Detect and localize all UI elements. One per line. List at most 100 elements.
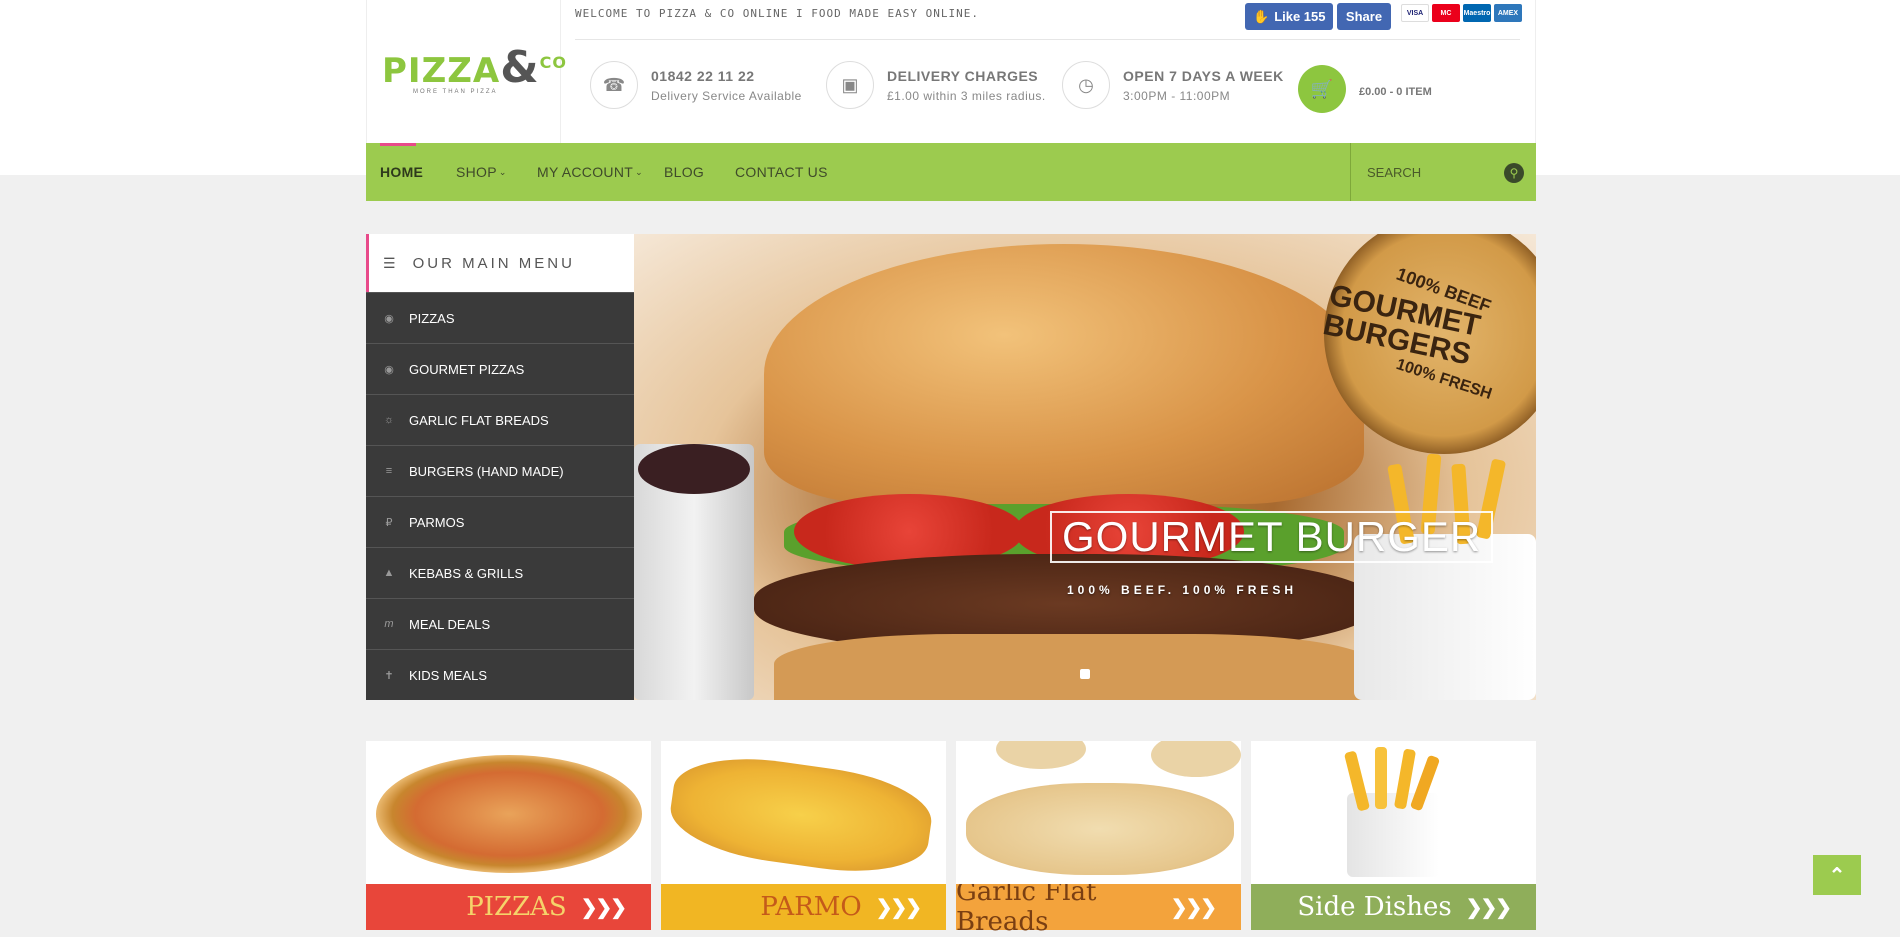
sidebar-title: OUR MAIN MENU xyxy=(412,254,575,272)
tile-label-bar: PIZZAS ❯❯❯ xyxy=(366,884,651,930)
scroll-to-top-button[interactable]: ⌃ xyxy=(1813,855,1861,895)
sidebar-item-label: GARLIC FLAT BREADS xyxy=(409,412,549,428)
tile-label: Side Dishes xyxy=(1297,892,1452,922)
list-icon: ☰ xyxy=(383,254,399,271)
delivery-info: ▣ DELIVERY CHARGES £1.00 within 3 miles … xyxy=(826,61,1046,109)
facebook-like-button[interactable]: ✋ Like 155 xyxy=(1245,3,1333,30)
nav-my-account[interactable]: MY ACCOUNT ⌄ xyxy=(537,143,643,201)
hero-title: GOURMET BURGER xyxy=(1050,511,1494,563)
bottom-bun-image xyxy=(774,634,1374,700)
sidebar-item-burgers[interactable]: ≡ BURGERS (HAND MADE) xyxy=(366,445,634,496)
nav-shop-label: SHOP xyxy=(456,164,497,180)
tile-garlic-flat-breads[interactable]: Garlic Flat Breads ❯❯❯ xyxy=(956,741,1241,937)
sidebar-item-gourmet-pizzas[interactable]: ◉ GOURMET PIZZAS xyxy=(366,343,634,394)
search-input[interactable]: SEARCH ⚲ xyxy=(1350,143,1536,201)
logo-co: CO xyxy=(539,53,567,72)
tile-label-bar: Side Dishes ❯❯❯ xyxy=(1251,884,1536,930)
burger-bun-image xyxy=(764,244,1364,504)
hours-info: ◷ OPEN 7 DAYS A WEEK 3:00PM - 11:00PM xyxy=(1062,61,1284,109)
nav-shop[interactable]: SHOP ⌄ xyxy=(456,143,507,201)
main-menu-sidebar: ☰ OUR MAIN MENU ◉ PIZZAS ◉ GOURMET PIZZAS … xyxy=(366,234,634,700)
tile-pizzas[interactable]: PIZZAS ❯❯❯ xyxy=(366,741,651,930)
flat-bread-image xyxy=(956,741,1241,884)
parmo-image xyxy=(661,741,946,884)
header: PIZZA&CO MORE THAN PIZZA WELCOME TO PIZZ… xyxy=(366,0,1536,143)
delivery-subtext: £1.00 within 3 miles radius. xyxy=(887,88,1046,103)
sidebar-item-label: PARMOS xyxy=(409,514,465,530)
phone-info: ☎ 01842 22 11 22 Delivery Service Availa… xyxy=(590,61,802,109)
burger-icon: ≡ xyxy=(385,465,393,477)
chevrons-right-icon: ❯❯❯ xyxy=(1170,895,1217,919)
kid-icon: ✝ xyxy=(384,669,394,682)
logo-ampersand: & xyxy=(500,42,540,93)
nav-home[interactable]: HOME xyxy=(380,143,423,201)
pizza-icon: ◉ xyxy=(384,363,394,376)
phone-icon: ☎ xyxy=(590,61,638,109)
facebook-like-label: Like 155 xyxy=(1274,9,1326,24)
delivery-title: DELIVERY CHARGES xyxy=(887,67,1039,84)
hours-subtext: 3:00PM - 11:00PM xyxy=(1123,88,1231,103)
tile-parmo[interactable]: PARMO ❯❯❯ xyxy=(661,741,946,930)
welcome-text: WELCOME TO PIZZA & CO ONLINE I FOOD MADE… xyxy=(575,7,979,20)
sun-icon: ☼ xyxy=(383,414,395,426)
nav-blog[interactable]: BLOG xyxy=(664,143,704,201)
search-placeholder: SEARCH xyxy=(1367,164,1422,180)
slider-dot[interactable] xyxy=(1080,669,1090,679)
sidebar-item-pizzas[interactable]: ◉ PIZZAS xyxy=(366,292,634,343)
logo[interactable]: PIZZA&CO xyxy=(382,42,567,93)
visa-card-icon: VISA xyxy=(1401,4,1429,22)
meal-icon: m xyxy=(384,618,394,630)
hero-slider[interactable]: 100% BEEF GOURMET BURGERS 100% FRESH GOU… xyxy=(634,234,1536,700)
main-nav: HOME SHOP ⌄ MY ACCOUNT ⌄ BLOG CONTACT US S… xyxy=(366,143,1536,201)
facebook-share-button[interactable]: Share xyxy=(1337,3,1391,30)
sidebar-item-meal-deals[interactable]: m MEAL DEALS xyxy=(366,598,634,649)
sidebar-item-label: PIZZAS xyxy=(409,310,455,326)
parmo-icon: ₽ xyxy=(385,516,393,529)
cart-total[interactable]: £0.00 - 0 ITEM xyxy=(1359,86,1432,98)
sidebar-item-garlic-flat-breads[interactable]: ☼ GARLIC FLAT BREADS xyxy=(366,394,634,445)
phone-subtext: Delivery Service Available xyxy=(651,88,802,103)
tile-label: PIZZAS xyxy=(466,892,567,922)
sidebar-item-label: MEAL DEALS xyxy=(409,616,491,632)
mastercard-icon: MC xyxy=(1432,4,1460,22)
thumbs-up-icon: ✋ xyxy=(1253,8,1270,24)
pizza-icon: ◉ xyxy=(384,312,394,325)
chevrons-right-icon: ❯❯❯ xyxy=(875,895,922,919)
header-divider xyxy=(575,39,1520,40)
tile-label: PARMO xyxy=(760,892,862,922)
chevrons-right-icon: ❯❯❯ xyxy=(1465,895,1512,919)
phone-number: 01842 22 11 22 xyxy=(651,67,755,84)
side-dishes-image xyxy=(1251,741,1536,884)
bus-icon: ▣ xyxy=(826,61,874,109)
tile-side-dishes[interactable]: Side Dishes ❯❯❯ xyxy=(1251,741,1536,930)
chevron-down-icon: ⌄ xyxy=(498,166,507,177)
tile-label-bar: Garlic Flat Breads ❯❯❯ xyxy=(956,877,1241,937)
sidebar-item-label: KIDS MEALS xyxy=(409,667,488,683)
hero-subtitle: 100% BEEF. 100% FRESH xyxy=(1067,583,1298,597)
payment-cards: VISA MC Maestro AMEX xyxy=(1401,4,1522,22)
tile-label: Garlic Flat Breads xyxy=(956,877,1097,937)
sidebar-item-label: BURGERS (HAND MADE) xyxy=(409,463,564,479)
amex-card-icon: AMEX xyxy=(1494,4,1522,22)
search-icon[interactable]: ⚲ xyxy=(1504,163,1524,183)
logo-container[interactable]: PIZZA&CO MORE THAN PIZZA xyxy=(367,0,566,143)
clock-icon: ◷ xyxy=(1062,61,1110,109)
hours-title: OPEN 7 DAYS A WEEK xyxy=(1123,67,1284,84)
maestro-card-icon: Maestro xyxy=(1463,4,1491,22)
sidebar-item-kebabs[interactable]: ▲ KEBABS & GRILLS xyxy=(366,547,634,598)
sidebar-item-label: KEBABS & GRILLS xyxy=(409,565,524,581)
logo-tagline: MORE THAN PIZZA xyxy=(413,89,498,95)
tile-label-bar: PARMO ❯❯❯ xyxy=(661,884,946,930)
chevrons-right-icon: ❯❯❯ xyxy=(580,895,627,919)
pizza-image xyxy=(366,741,651,884)
sidebar-item-kids-meals[interactable]: ✝ KIDS MEALS xyxy=(366,649,634,700)
double-chevron-up-icon: ⌃ xyxy=(1828,864,1846,887)
nav-contact[interactable]: CONTACT US xyxy=(735,143,828,201)
cart-icon[interactable]: 🛒 xyxy=(1298,65,1346,113)
sidebar-item-parmos[interactable]: ₽ PARMOS xyxy=(366,496,634,547)
sidebar-header: ☰ OUR MAIN MENU xyxy=(366,234,634,292)
logo-text: PIZZA xyxy=(382,51,501,91)
sidebar-item-label: GOURMET PIZZAS xyxy=(409,361,525,377)
kebab-icon: ▲ xyxy=(383,567,395,579)
drink-ice-image xyxy=(638,444,750,494)
